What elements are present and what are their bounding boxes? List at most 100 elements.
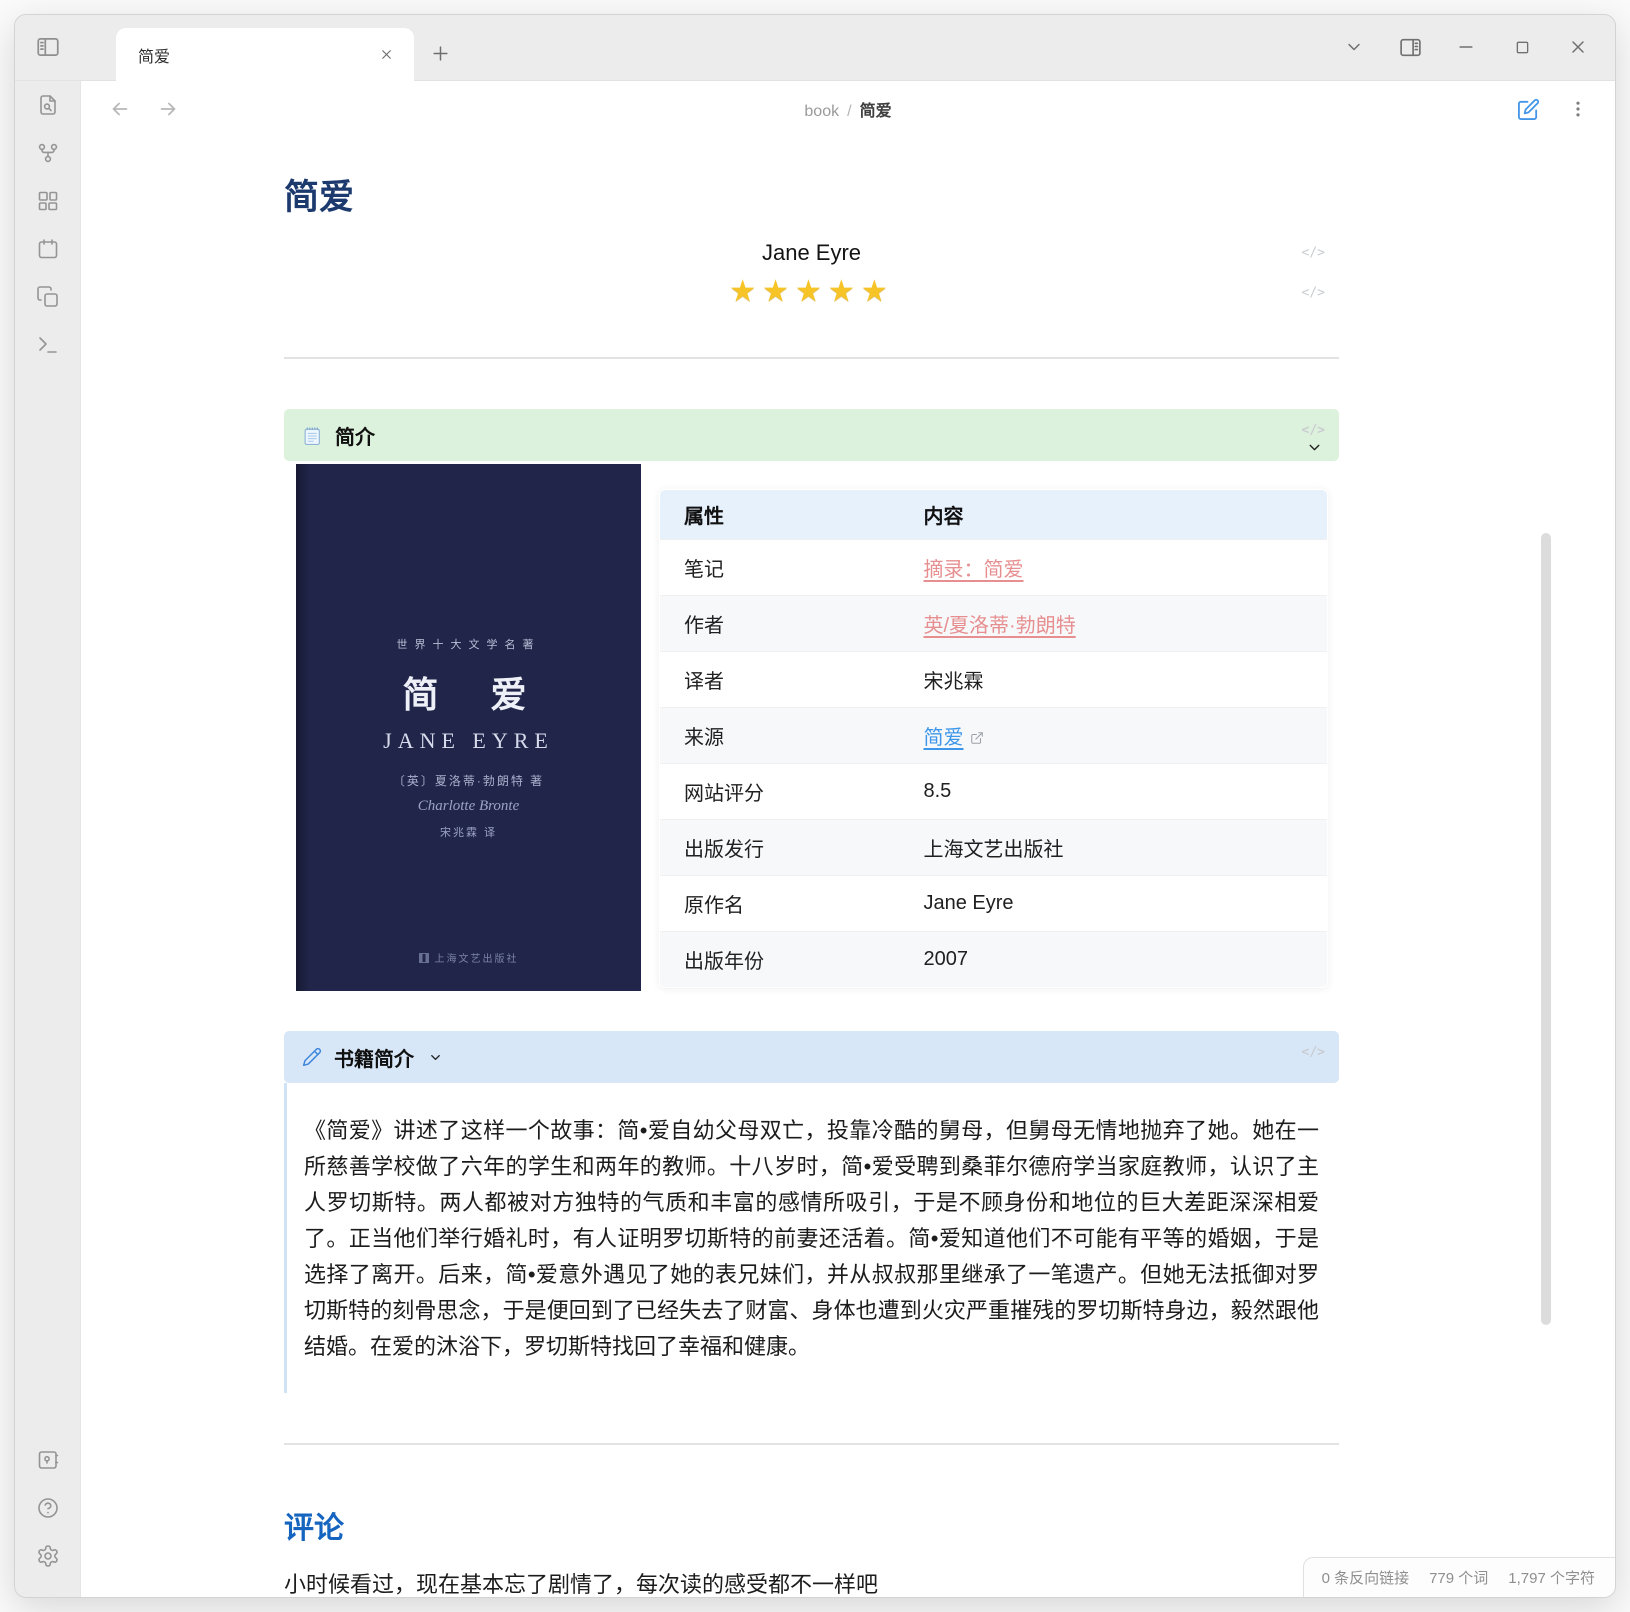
cover-author-cn: 〔英〕夏洛蒂·勃朗特 著: [393, 772, 544, 789]
cover-translator: 宋兆霖 译: [440, 824, 497, 840]
table-row: 网站评分 8.5: [660, 764, 1328, 820]
left-sidebar-icon: [35, 34, 61, 60]
edit-block-button[interactable]: </>: [1302, 285, 1325, 300]
table-row: 译者 宋兆霖: [660, 652, 1328, 708]
backlinks-count[interactable]: 0 条反向链接: [1322, 1567, 1410, 1588]
star-rating: ★★★★★: [284, 272, 1339, 313]
breadcrumb: book / 简爱: [81, 97, 1615, 121]
breadcrumb-current[interactable]: 简爱: [860, 103, 892, 120]
page-title: 简爱: [284, 169, 1339, 220]
file-search-icon: [36, 93, 60, 117]
cover-series: 世界十大文学名著: [397, 636, 541, 652]
cover-author-en: Charlotte Bronte: [418, 798, 520, 815]
close-icon: [1568, 37, 1588, 57]
vault-icon: [36, 1448, 60, 1472]
table-header-row: 属性 内容: [660, 490, 1328, 540]
maximize-icon: [1513, 38, 1532, 57]
book-cover: 世界十大文学名著 简 爱 JANE EYRE 〔英〕夏洛蒂·勃朗特 著 Char…: [296, 464, 641, 991]
status-bar: 0 条反向链接 779 个词 1,797 个字符: [1303, 1557, 1615, 1598]
terminal-icon: [36, 333, 60, 357]
content-pane: book / 简爱: [81, 81, 1615, 1598]
graph-icon: [36, 141, 60, 165]
table-row: 作者 英/夏洛蒂·勃朗特: [660, 596, 1328, 652]
author-internal-link[interactable]: 英/夏洛蒂·勃朗特: [924, 615, 1076, 637]
close-window-button[interactable]: [1565, 34, 1591, 60]
edit-block-button[interactable]: </>: [1302, 1045, 1325, 1060]
app-window: 简爱: [14, 14, 1616, 1598]
calendar-button[interactable]: [33, 237, 63, 261]
rating-row: ★★★★★ </>: [284, 272, 1339, 313]
vertical-scrollbar[interactable]: [1541, 533, 1551, 1325]
breadcrumb-folder[interactable]: book: [804, 103, 839, 120]
copy-note-button[interactable]: [33, 285, 63, 309]
summary-callout-header[interactable]: 书籍简介 </>: [284, 1031, 1339, 1083]
comment-text: 小时候看过，现在基本忘了剧情了，每次读的感受都不一样吧: [284, 1567, 1339, 1598]
terminal-button[interactable]: [33, 333, 63, 357]
divider: [284, 357, 1339, 359]
navigate-forward-button[interactable]: [155, 96, 181, 122]
divider: [284, 1443, 1339, 1445]
left-sidebar-toggle-button[interactable]: [15, 14, 81, 80]
tab-title: 简爱: [138, 43, 170, 67]
tab-bar: 简爱: [15, 15, 1615, 81]
minimize-icon: [1456, 37, 1476, 57]
table-row: 出版发行 上海文艺出版社: [660, 820, 1328, 876]
tab-close-button[interactable]: [372, 41, 400, 69]
tab-jane-eyre[interactable]: 简爱: [116, 28, 414, 81]
copy-icon: [36, 285, 60, 309]
settings-button[interactable]: [33, 1544, 63, 1568]
ribbon: [15, 81, 81, 1598]
cover-title-en: JANE EYRE: [383, 728, 554, 754]
graph-view-button[interactable]: [33, 141, 63, 165]
comments-heading: 评论: [284, 1503, 1339, 1547]
word-count: 779 个词: [1429, 1567, 1488, 1588]
more-options-button[interactable]: [1565, 96, 1591, 122]
minimize-button[interactable]: [1453, 34, 1479, 60]
tab-list-button[interactable]: [1341, 34, 1367, 60]
publisher-logo-icon: [419, 953, 429, 963]
help-button[interactable]: [33, 1496, 63, 1520]
collapse-chevron[interactable]: [1306, 439, 1323, 456]
pencil-icon: [302, 1047, 322, 1067]
summary-callout-label: 书籍简介: [334, 1043, 414, 1072]
breadcrumb-separator: /: [847, 103, 851, 120]
edit-block-button[interactable]: </>: [1302, 246, 1325, 261]
intro-content: 世界十大文学名著 简 爱 JANE EYRE 〔英〕夏洛蒂·勃朗特 著 Char…: [284, 461, 1339, 991]
external-link-icon: [970, 731, 984, 745]
edit-mode-button[interactable]: [1515, 96, 1541, 122]
collapse-chevron[interactable]: [428, 1050, 443, 1065]
new-tab-button[interactable]: [414, 27, 466, 80]
canvas-button[interactable]: [33, 189, 63, 213]
chevron-down-icon: [1306, 439, 1323, 456]
quick-switcher-button[interactable]: [33, 93, 63, 117]
note-scroll-area: 简爱 Jane Eyre </> ★★★★★ </>: [81, 137, 1615, 1598]
table-row: 出版年份 2007: [660, 932, 1328, 988]
note-internal-link[interactable]: 摘录：简爱: [924, 559, 1024, 581]
gear-icon: [36, 1544, 60, 1568]
book-summary-text: 《简爱》讲述了这样一个故事：简•爱自幼父母双亡，投靠冷酷的舅母，但舅母无情地抛弃…: [304, 1113, 1319, 1365]
cover-title-cn: 简 爱: [402, 666, 534, 718]
source-external-link[interactable]: 简爱: [924, 727, 964, 749]
edit-block-button[interactable]: </>: [1302, 423, 1325, 438]
edit-icon: [1517, 98, 1540, 121]
note-body: 简爱 Jane Eyre </> ★★★★★ </>: [284, 137, 1339, 1598]
intro-callout-header[interactable]: 简介 </>: [284, 409, 1339, 461]
view-header: book / 简爱: [81, 81, 1615, 137]
properties-table: 属性 内容 笔记 摘录：简爱 作者: [659, 489, 1328, 988]
table-row: 原作名 Jane Eyre: [660, 876, 1328, 932]
column-header: 属性: [660, 490, 900, 540]
vault-switcher-button[interactable]: [33, 1448, 63, 1472]
maximize-button[interactable]: [1509, 34, 1535, 60]
help-icon: [36, 1496, 60, 1520]
table-row: 笔记 摘录：简爱: [660, 540, 1328, 596]
notepad-icon: [302, 425, 323, 446]
subtitle-row: Jane Eyre </>: [284, 234, 1339, 272]
navigate-back-button[interactable]: [107, 96, 133, 122]
arrow-left-icon: [109, 98, 131, 120]
right-sidebar-toggle-button[interactable]: [1397, 34, 1423, 60]
column-header: 内容: [900, 490, 1328, 540]
cover-publisher: 上海文艺出版社: [296, 950, 641, 965]
dashboard-icon: [36, 189, 60, 213]
window-controls: [1341, 14, 1615, 80]
kebab-menu-icon: [1568, 99, 1588, 119]
